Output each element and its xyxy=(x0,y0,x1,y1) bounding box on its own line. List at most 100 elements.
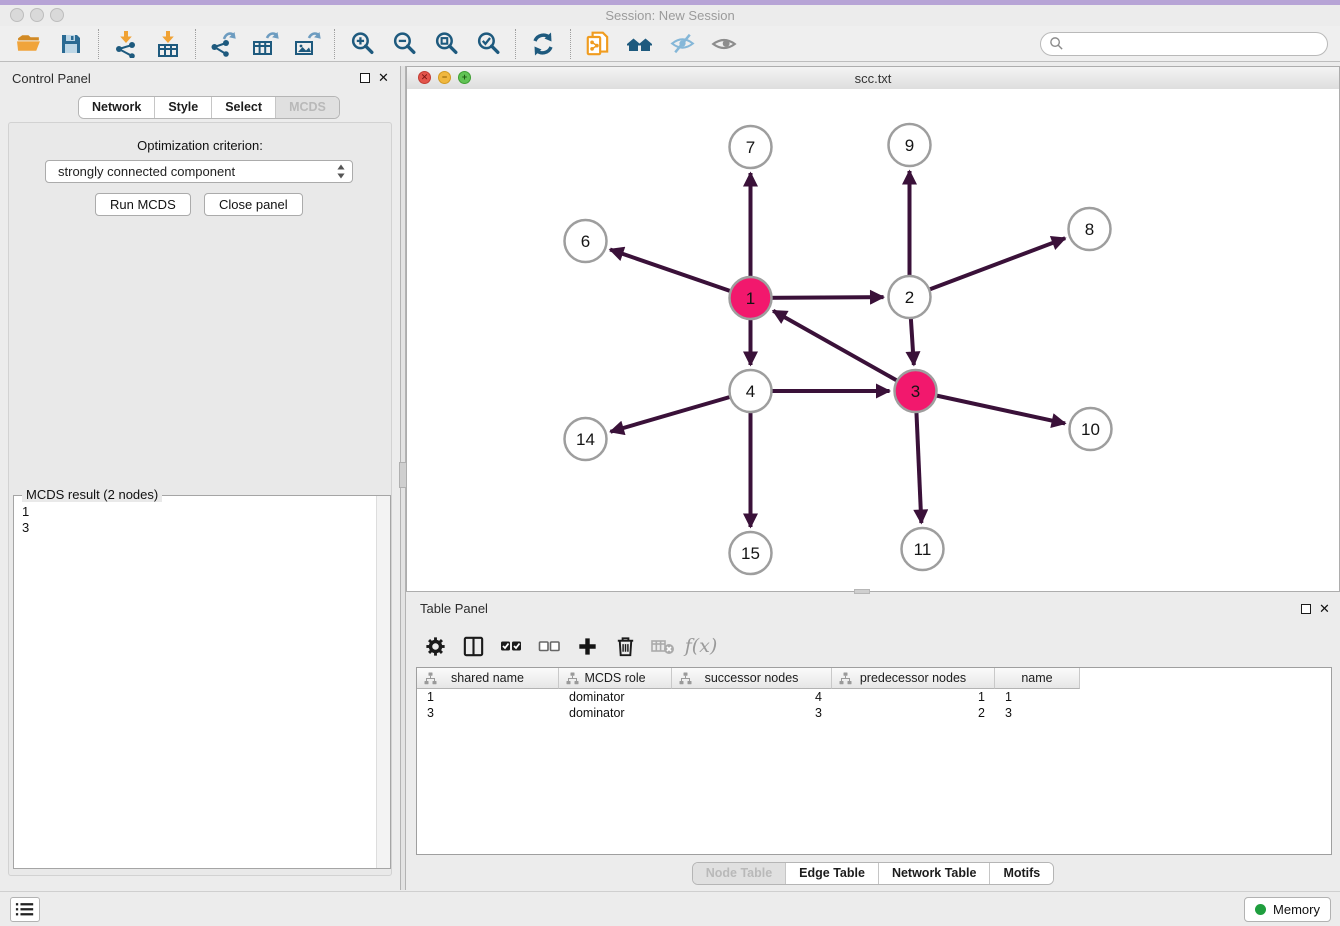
table-cell[interactable]: 3 xyxy=(417,705,559,721)
column-header-shared-name[interactable]: shared name xyxy=(417,668,559,689)
graph-node-10[interactable]: 10 xyxy=(1070,408,1112,450)
zoom-out-button[interactable] xyxy=(383,28,425,60)
table-cell[interactable]: 4 xyxy=(672,689,832,705)
memory-label: Memory xyxy=(1273,902,1320,917)
table-cell[interactable]: dominator xyxy=(559,705,672,721)
task-history-button[interactable] xyxy=(10,897,40,922)
copy-network-button[interactable] xyxy=(577,28,619,60)
tab-mcds[interactable]: MCDS xyxy=(275,97,339,118)
search-input[interactable] xyxy=(1068,36,1327,52)
refresh-button[interactable] xyxy=(522,28,564,60)
memory-status-icon xyxy=(1255,904,1266,915)
table-cell[interactable]: 3 xyxy=(672,705,832,721)
select-all-button[interactable] xyxy=(492,629,530,663)
table-toolbar: f(x) xyxy=(416,626,1332,666)
table-tabs-wrap: Node TableEdge TableNetwork TableMotifs xyxy=(406,862,1340,885)
graph-node-7[interactable]: 7 xyxy=(730,126,772,168)
mcds-result-scrollbar[interactable] xyxy=(376,496,390,868)
save-icon xyxy=(58,31,84,57)
network-titlebar: ✕ − + scc.txt xyxy=(407,67,1339,90)
table-row[interactable]: 1dominator411 xyxy=(417,689,1331,705)
tab-network[interactable]: Network xyxy=(79,97,154,118)
import-table-button[interactable] xyxy=(147,28,189,60)
horizontal-splitter-grip[interactable] xyxy=(854,589,870,594)
table-panel-float-icon[interactable] xyxy=(1301,604,1311,614)
table-cell[interactable]: 1 xyxy=(995,689,1080,705)
delete-table-button[interactable] xyxy=(644,629,682,663)
column-header-label: MCDS role xyxy=(584,671,645,685)
svg-text:3: 3 xyxy=(911,382,920,401)
toggle-columns-button[interactable] xyxy=(454,629,492,663)
table-cell[interactable]: 1 xyxy=(417,689,559,705)
graph-node-11[interactable]: 11 xyxy=(902,528,944,570)
table-panel-close-icon[interactable]: ✕ xyxy=(1319,601,1330,617)
function-builder-button[interactable]: f(x) xyxy=(682,629,720,663)
show-details-button[interactable] xyxy=(703,28,745,60)
home-button[interactable] xyxy=(619,28,661,60)
export-network-button[interactable] xyxy=(202,28,244,60)
export-image-button[interactable] xyxy=(286,28,328,60)
import-table-icon xyxy=(154,30,182,58)
control-panel-close-icon[interactable]: ✕ xyxy=(378,70,389,86)
mcds-panel: Optimization criterion: strongly connect… xyxy=(8,122,392,876)
graph-node-14[interactable]: 14 xyxy=(565,418,607,460)
export-table-button[interactable] xyxy=(244,28,286,60)
network-canvas[interactable]: 7 9 6 8 1 2 4 3 14 10 15 11 xyxy=(407,89,1339,591)
graph-node-15[interactable]: 15 xyxy=(730,532,772,574)
import-network-button[interactable] xyxy=(105,28,147,60)
import-network-icon xyxy=(112,30,140,58)
svg-text:14: 14 xyxy=(576,430,595,449)
graph-edge-3-1[interactable] xyxy=(773,311,915,391)
control-panel-float-icon[interactable] xyxy=(360,73,370,83)
export-network-icon xyxy=(209,30,237,58)
table-tab-network-table[interactable]: Network Table xyxy=(878,863,990,884)
window-title: Session: New Session xyxy=(0,8,1340,23)
graph-node-2[interactable]: 2 xyxy=(889,276,931,318)
graph-node-8[interactable]: 8 xyxy=(1069,208,1111,250)
memory-button[interactable]: Memory xyxy=(1244,897,1331,922)
open-session-button[interactable] xyxy=(8,28,50,60)
tab-select[interactable]: Select xyxy=(211,97,275,118)
column-header-predecessor-nodes[interactable]: predecessor nodes xyxy=(832,668,995,689)
column-header-name[interactable]: name xyxy=(995,668,1080,689)
table-cell[interactable]: dominator xyxy=(559,689,672,705)
zoom-selected-button[interactable] xyxy=(467,28,509,60)
deselect-all-button[interactable] xyxy=(530,629,568,663)
graph-node-9[interactable]: 9 xyxy=(889,124,931,166)
graph-edge-3-10[interactable] xyxy=(916,391,1066,423)
column-header-successor-nodes[interactable]: successor nodes xyxy=(672,668,832,689)
zoom-in-button[interactable] xyxy=(341,28,383,60)
table-settings-button[interactable] xyxy=(416,629,454,663)
table-row[interactable]: 3dominator323 xyxy=(417,705,1331,721)
graph-node-4[interactable]: 4 xyxy=(730,370,772,412)
toolbar-separator xyxy=(195,29,196,59)
graph-node-3[interactable]: 3 xyxy=(895,370,937,412)
add-column-button[interactable] xyxy=(568,629,606,663)
graph-edge-2-8[interactable] xyxy=(910,238,1066,297)
table-cell[interactable]: 3 xyxy=(995,705,1080,721)
criterion-value: strongly connected component xyxy=(58,164,235,179)
column-header-mcds-role[interactable]: MCDS role xyxy=(559,668,672,689)
graph-node-1[interactable]: 1 xyxy=(730,277,772,319)
table-tab-motifs[interactable]: Motifs xyxy=(989,863,1053,884)
table-cell[interactable]: 1 xyxy=(832,689,995,705)
tab-style[interactable]: Style xyxy=(154,97,211,118)
save-session-button[interactable] xyxy=(50,28,92,60)
delete-column-button[interactable] xyxy=(606,629,644,663)
close-panel-button[interactable]: Close panel xyxy=(204,193,303,216)
graph-edge-1-6[interactable] xyxy=(610,249,750,298)
table-tab-edge-table[interactable]: Edge Table xyxy=(785,863,878,884)
zoom-fit-icon xyxy=(433,30,460,57)
table-tab-node-table[interactable]: Node Table xyxy=(693,863,785,884)
optimization-criterion-label: Optimization criterion: xyxy=(9,138,391,153)
zoom-fit-button[interactable] xyxy=(425,28,467,60)
table-cell[interactable]: 2 xyxy=(832,705,995,721)
criterion-dropdown[interactable]: strongly connected component xyxy=(45,160,353,183)
run-mcds-button[interactable]: Run MCDS xyxy=(95,193,191,216)
export-image-icon xyxy=(293,30,321,58)
control-panel-title: Control Panel xyxy=(12,71,91,86)
node-table[interactable]: shared name MCDS role successor nodesprede… xyxy=(416,667,1332,855)
hide-details-button[interactable] xyxy=(661,28,703,60)
search-box[interactable] xyxy=(1040,32,1328,56)
graph-node-6[interactable]: 6 xyxy=(565,220,607,262)
